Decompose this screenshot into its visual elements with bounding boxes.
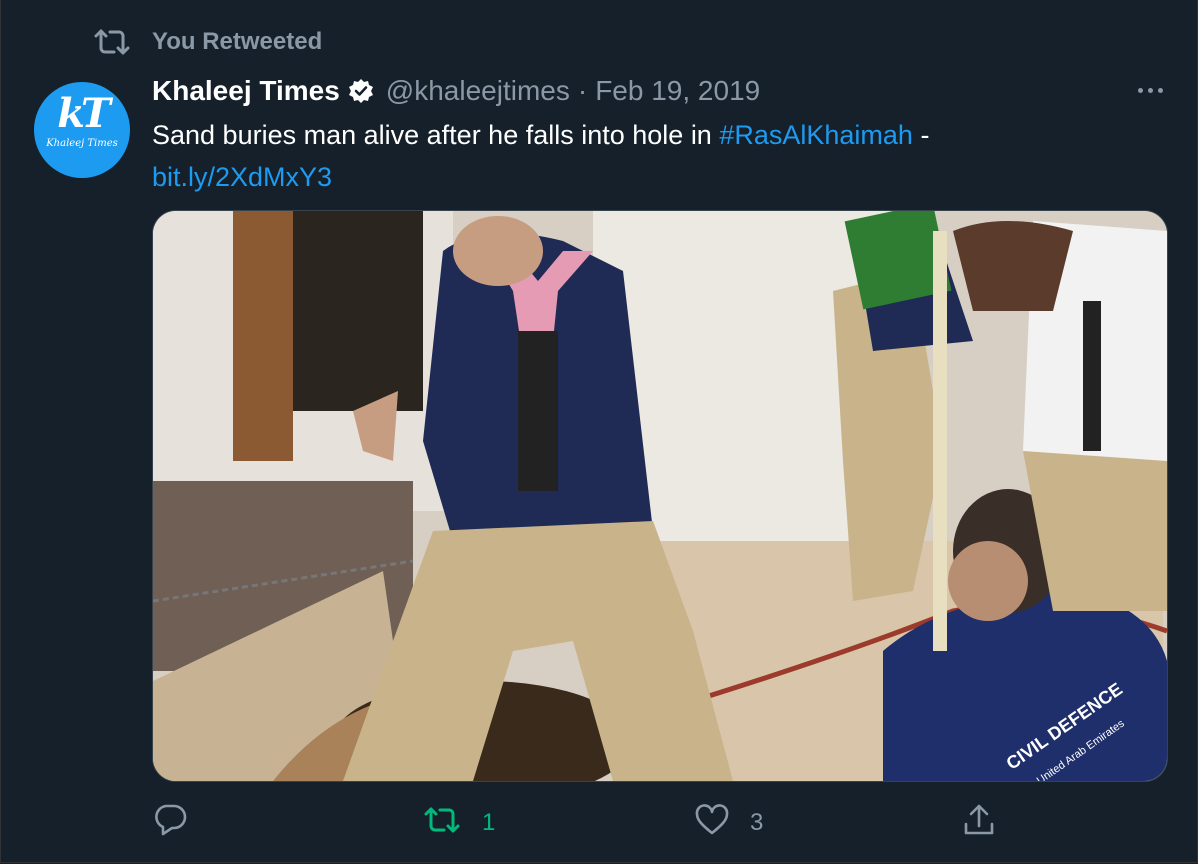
retweet-icon bbox=[92, 26, 132, 58]
like-icon bbox=[694, 803, 730, 843]
separator-dot: · bbox=[577, 75, 588, 106]
tweet-date[interactable]: Feb 19, 2019 bbox=[595, 75, 760, 107]
tweet-actions: 1 3 bbox=[152, 800, 1022, 846]
more-icon[interactable] bbox=[1130, 74, 1170, 106]
tweet-text-suffix: - bbox=[912, 120, 930, 150]
like-count: 3 bbox=[750, 809, 764, 836]
retweet-count: 1 bbox=[482, 809, 496, 836]
share-button[interactable] bbox=[962, 800, 996, 846]
tweet-header: Khaleej Times @khaleejtimes · Feb 19, 20… bbox=[152, 72, 760, 110]
avatar-initials: kT bbox=[57, 90, 110, 137]
tweet-text-prefix: Sand buries man alive after he falls int… bbox=[152, 120, 720, 150]
retweet-banner: You Retweeted bbox=[92, 26, 322, 58]
tweet-image[interactable]: CIVIL DEFENCE United Arab Emirates bbox=[152, 210, 1168, 782]
retweet-action-icon bbox=[422, 806, 462, 841]
avatar-subtitle: Khaleej Times bbox=[46, 138, 118, 149]
reply-button[interactable] bbox=[152, 800, 208, 846]
retweet-button[interactable]: 1 bbox=[422, 800, 495, 846]
reply-icon bbox=[152, 803, 188, 844]
tweet-text: Sand buries man alive after he falls int… bbox=[152, 114, 1152, 198]
author-name[interactable]: Khaleej Times bbox=[152, 75, 340, 107]
retweet-banner-label: You Retweeted bbox=[152, 28, 323, 55]
url-link[interactable]: bit.ly/2XdMxY3 bbox=[152, 162, 332, 192]
author-handle[interactable]: @khaleejtimes bbox=[386, 75, 570, 107]
avatar[interactable]: kT Khaleej Times bbox=[34, 82, 130, 178]
like-button[interactable]: 3 bbox=[694, 800, 763, 846]
verified-badge-icon bbox=[348, 78, 374, 104]
share-icon bbox=[962, 802, 996, 845]
hashtag-link[interactable]: #RasAlKhaimah bbox=[719, 120, 913, 150]
